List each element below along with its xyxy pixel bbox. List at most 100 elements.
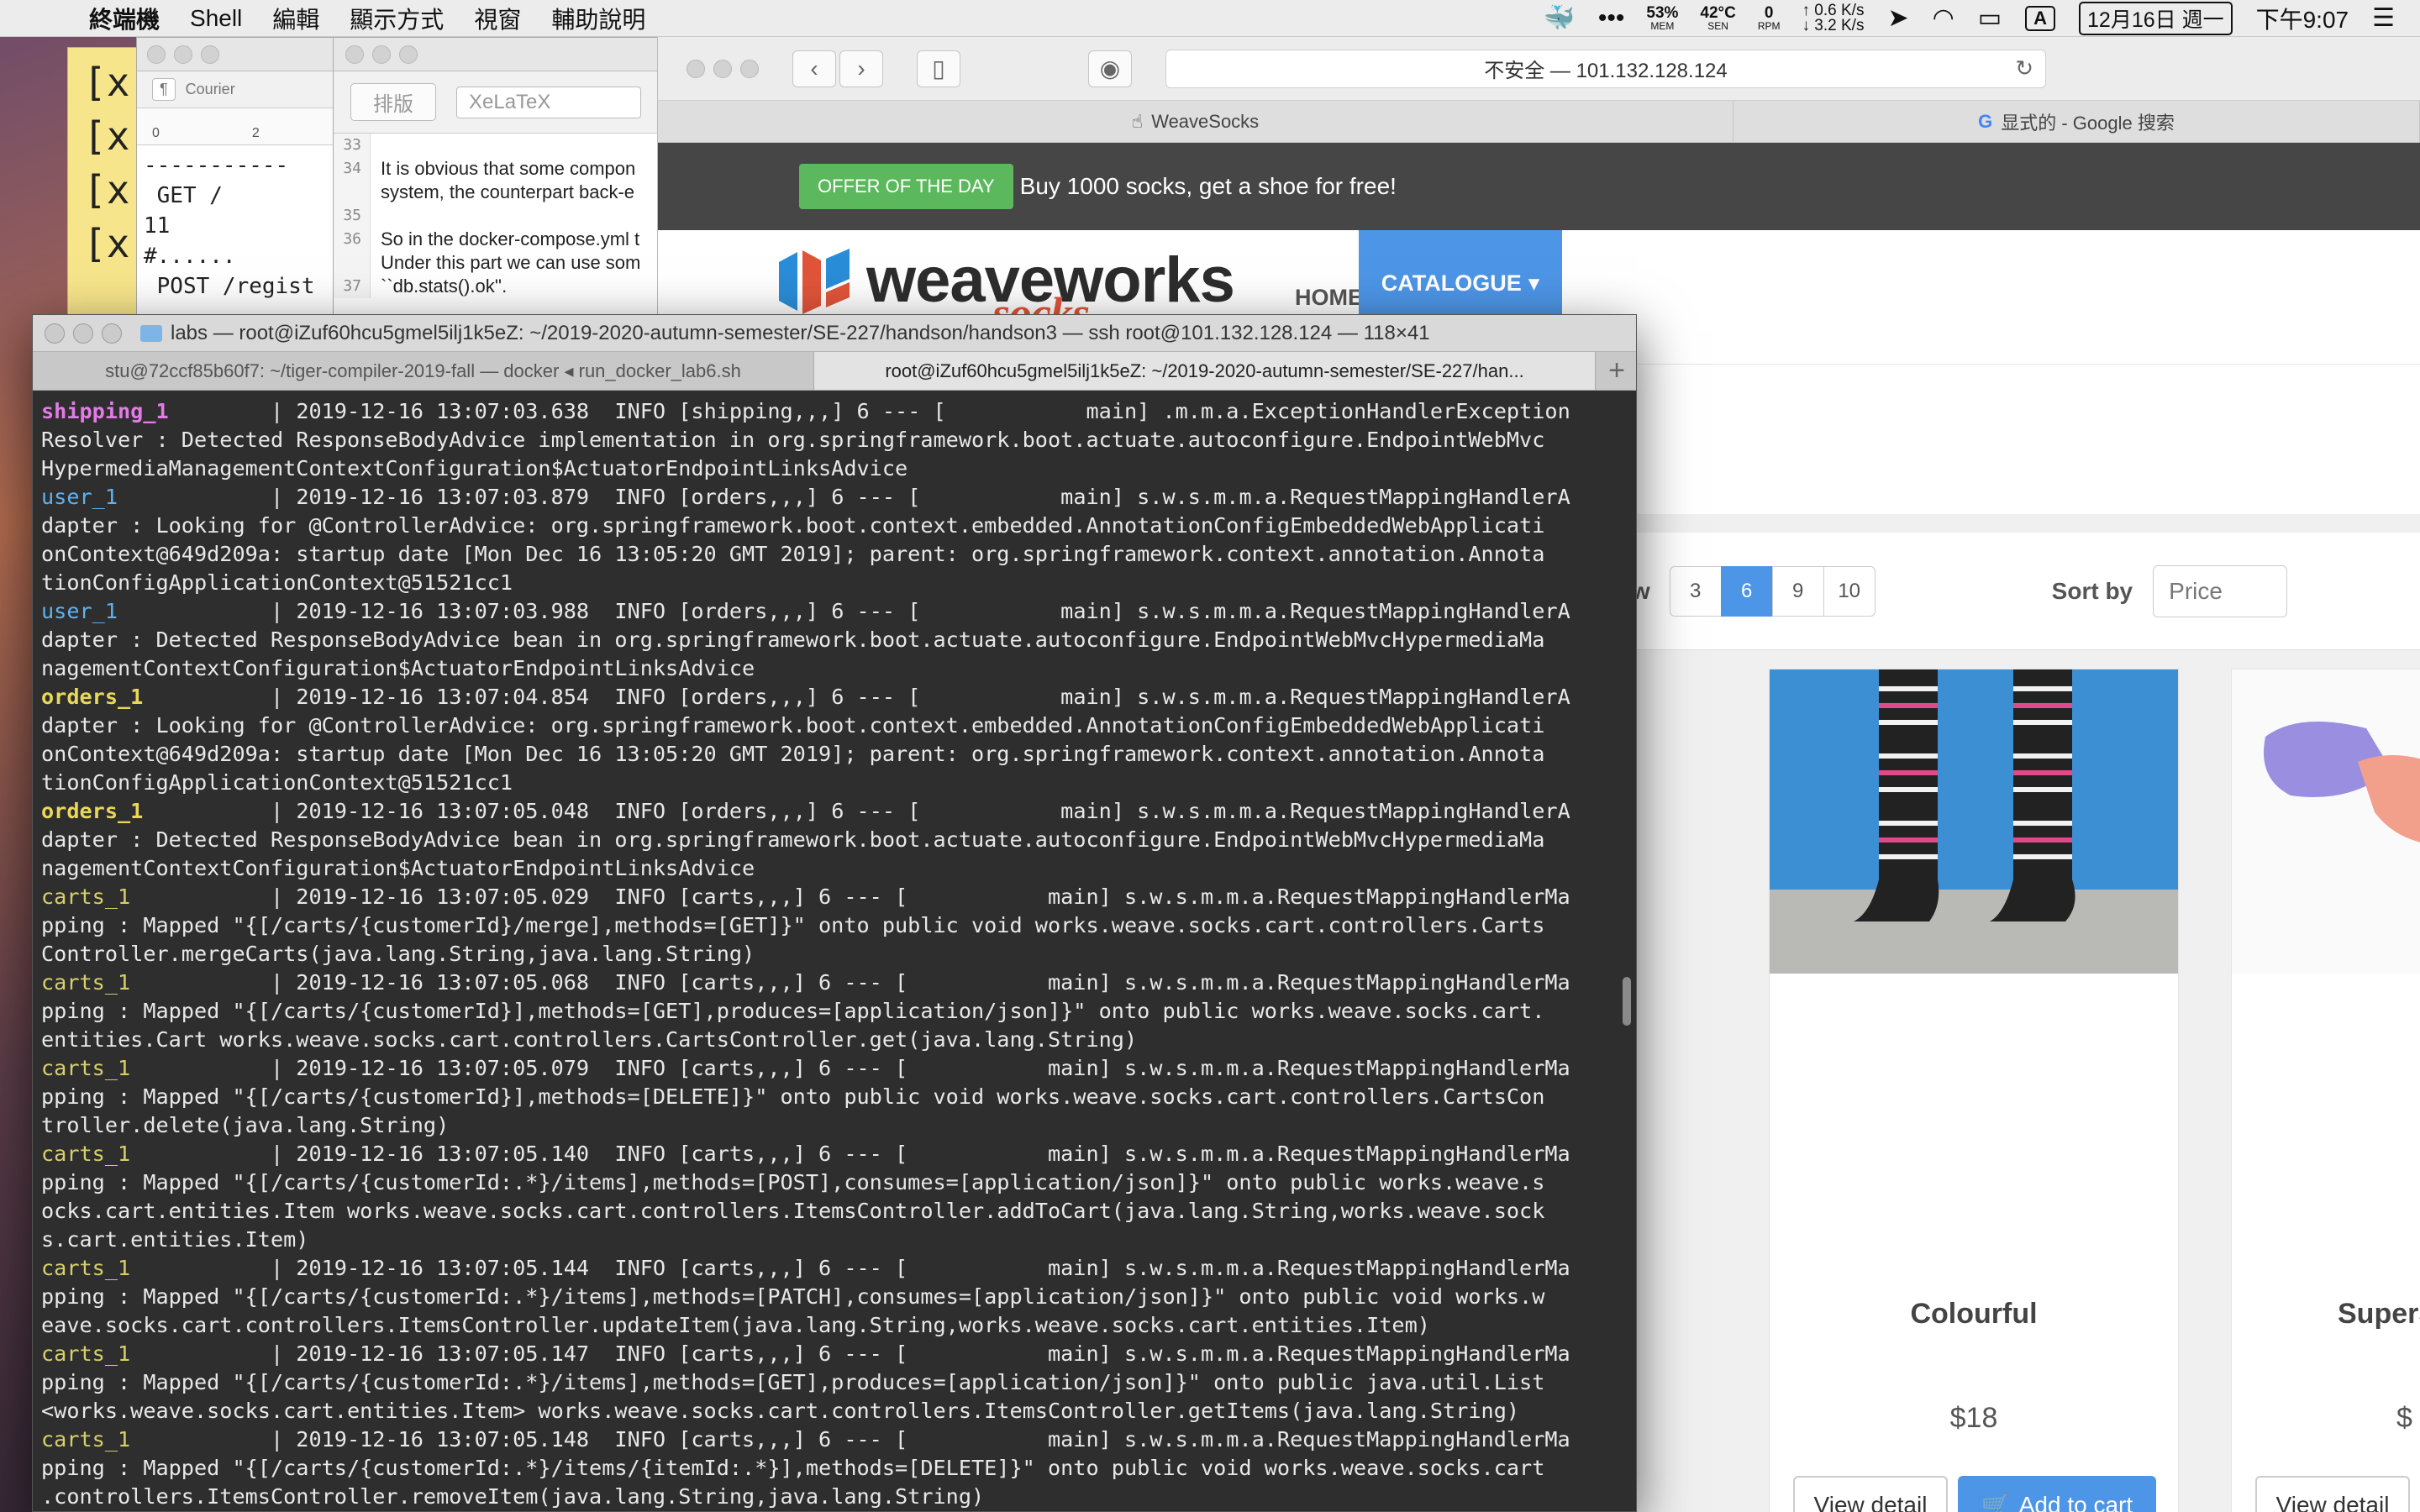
zoom-button[interactable] xyxy=(201,45,219,64)
tex-line: Under this part we can use som xyxy=(381,252,641,273)
terminal-line: pping : Mapped "{[/carts/{customerId:.*}… xyxy=(41,1368,1636,1397)
typeset-button[interactable]: 排版 xyxy=(350,83,436,121)
log-text: ocks.cart.entities.Item works.weave.sock… xyxy=(41,1199,1545,1223)
tab-weavesocks[interactable]: ☝ WeaveSocks xyxy=(658,101,1733,142)
log-text: troller.delete(java.lang.String) xyxy=(41,1113,450,1137)
terminal-tab-ssh[interactable]: root@iZuf60hcu5gmel5ilj1k5eZ: ~/2019-202… xyxy=(814,352,1596,390)
close-button[interactable] xyxy=(345,45,364,64)
menu-item-window[interactable]: 視窗 xyxy=(474,2,521,35)
log-text: pping : Mapped "{[/carts/{customerId:.*}… xyxy=(41,1284,1545,1309)
mem-stat[interactable]: 53% MEM xyxy=(1646,5,1678,31)
paragraph-style-select[interactable]: ¶ xyxy=(152,78,176,101)
paper-plane-icon[interactable]: ➤ xyxy=(1887,3,1908,33)
battery-icon[interactable]: ▭ xyxy=(1978,3,2002,33)
page-size-option[interactable]: 3 xyxy=(1669,565,1722,617)
privacy-shield-icon[interactable]: ◉ xyxy=(1088,50,1132,87)
log-text: dapter : Detected ResponseBodyAdvice bea… xyxy=(41,627,1545,652)
offer-of-the-day-badge[interactable]: OFFER OF THE DAY xyxy=(799,164,1013,209)
line-number: 35 xyxy=(343,207,361,224)
address-bar[interactable]: 不安全 — 101.132.128.124 ↻ xyxy=(1165,49,2046,88)
tex-source[interactable]: 33 34 35 36 37 It is obvious that some c… xyxy=(334,134,668,298)
terminal-line: carts_1 | 2019-12-16 13:07:05.029 INFO [… xyxy=(41,883,1636,911)
page-size-option-active[interactable]: 6 xyxy=(1720,565,1773,617)
engine-select[interactable]: XeLaTeX xyxy=(456,86,641,118)
tex-editor-window[interactable]: 排版 XeLaTeX 33 34 35 36 37 It is obvious … xyxy=(333,37,669,339)
window-controls xyxy=(45,323,122,344)
editor-text[interactable]: ----------- GET / 11 #...... POST /regist xyxy=(137,145,337,302)
add-to-cart-button[interactable]: 🛒 Add to cart xyxy=(1958,1476,2156,1512)
log-text: pping : Mapped "{[/carts/{customerId}],m… xyxy=(41,1084,1545,1109)
terminal-line: carts_1 | 2019-12-16 13:07:05.144 INFO [… xyxy=(41,1254,1636,1283)
product-card[interactable]: SuperS $ View detail xyxy=(2231,669,2420,1512)
tab-label: 显式的 - Google 搜索 xyxy=(2001,112,2175,134)
zoom-button[interactable] xyxy=(102,323,122,344)
service-name: shipping_1 xyxy=(41,399,169,423)
terminal-titlebar[interactable]: labs — root@iZuf60hcu5gmel5ilj1k5eZ: ~/2… xyxy=(33,315,1636,352)
log-text: | 2019-12-16 13:07:05.048 INFO [orders,,… xyxy=(270,799,1570,823)
terminal-tab-docker[interactable]: stu@72ccf85b60f7: ~/tiger-compiler-2019-… xyxy=(33,352,814,390)
product-image[interactable] xyxy=(1770,669,2178,974)
new-tab-button[interactable]: + xyxy=(1596,352,1636,390)
more-dots-icon[interactable]: ••• xyxy=(1598,4,1625,33)
font-select[interactable]: Courier xyxy=(186,81,235,98)
service-name: user_1 xyxy=(41,599,118,623)
window-titlebar[interactable] xyxy=(334,38,668,71)
view-detail-button[interactable]: View detail xyxy=(1793,1476,1948,1512)
line-number: 36 xyxy=(343,230,361,248)
text-editor-window[interactable]: ¶ Courier 0 2 ----------- GET / 11 #......… xyxy=(136,37,338,339)
terminal-line: user_1 | 2019-12-16 13:07:03.879 INFO [o… xyxy=(41,483,1636,512)
terminal-line: dapter : Detected ResponseBodyAdvice bea… xyxy=(41,826,1636,854)
zoom-button[interactable] xyxy=(740,59,759,78)
terminal-line: dapter : Looking for @ControllerAdvice: … xyxy=(41,711,1636,740)
close-button[interactable] xyxy=(687,59,705,78)
product-image[interactable] xyxy=(2232,669,2420,974)
page-size-option[interactable]: 9 xyxy=(1771,565,1824,617)
menu-item-shell[interactable]: Shell xyxy=(190,5,242,32)
notification-list-icon[interactable]: ☰ xyxy=(2372,3,2395,33)
google-icon: G xyxy=(1978,110,1993,132)
back-button[interactable]: ‹ xyxy=(792,50,836,87)
minimize-button[interactable] xyxy=(174,45,192,64)
menu-item-view[interactable]: 顯示方式 xyxy=(350,2,444,35)
menu-item-help[interactable]: 輔助說明 xyxy=(551,2,645,35)
tex-toolbar: 排版 XeLaTeX xyxy=(334,71,668,134)
view-detail-button[interactable]: View detail xyxy=(2255,1476,2410,1512)
menubar-time[interactable]: 下午9:07 xyxy=(2256,2,2349,35)
tab-google-search[interactable]: G 显式的 - Google 搜索 xyxy=(1733,101,2420,142)
colourful-socks-image xyxy=(1770,669,2178,974)
zoom-button[interactable] xyxy=(399,45,418,64)
minimize-button[interactable] xyxy=(713,59,732,78)
sensor-stat[interactable]: 42°C SEN xyxy=(1700,5,1735,31)
close-button[interactable] xyxy=(147,45,166,64)
service-name: carts_1 xyxy=(41,885,131,909)
sidebar-toggle-icon[interactable]: ▯ xyxy=(917,50,960,87)
terminal-scrollbar[interactable] xyxy=(1623,977,1631,1026)
menu-app-name[interactable]: 終端機 xyxy=(89,2,160,35)
weaveworks-logo[interactable]: weaveworks socks xyxy=(774,244,1235,339)
ruler-mark: 0 xyxy=(152,126,160,140)
product-name[interactable]: Colourful xyxy=(1770,1298,2178,1331)
wifi-icon[interactable]: ◠ xyxy=(1933,3,1954,33)
sort-select[interactable]: Price xyxy=(2153,564,2288,617)
product-name[interactable]: SuperS xyxy=(2232,1298,2420,1331)
product-price: $ xyxy=(2396,1402,2412,1434)
page-size-option[interactable]: 10 xyxy=(1823,565,1876,617)
menu-item-edit[interactable]: 編輯 xyxy=(272,2,319,35)
line-number xyxy=(334,181,361,204)
terminal-output[interactable]: shipping_1 | 2019-12-16 13:07:03.638 INF… xyxy=(33,391,1636,1511)
terminal-window[interactable]: labs — root@iZuf60hcu5gmel5ilj1k5eZ: ~/2… xyxy=(32,314,1637,1512)
menubar-date[interactable]: 12月16日 週一 xyxy=(2079,1,2233,35)
forward-button[interactable]: › xyxy=(839,50,883,87)
minimize-button[interactable] xyxy=(73,323,93,344)
product-card[interactable]: Colourful $18 View detail 🛒 Add to cart xyxy=(1769,669,2179,1512)
window-titlebar[interactable] xyxy=(137,38,337,71)
network-stat[interactable]: ↑ 0.6 K/s ↓ 3.2 K/s xyxy=(1802,3,1865,34)
reload-icon[interactable]: ↻ xyxy=(2015,55,2033,81)
close-button[interactable] xyxy=(45,323,65,344)
input-method-indicator[interactable]: A xyxy=(2025,5,2056,31)
docker-whale-icon[interactable]: 🐳 xyxy=(1544,3,1575,33)
minimize-button[interactable] xyxy=(372,45,391,64)
tex-line: So in the docker-compose.yml t xyxy=(381,228,640,249)
rpm-stat[interactable]: 0 RPM xyxy=(1758,5,1781,31)
terminal-line: pping : Mapped "{[/carts/{customerId}/me… xyxy=(41,911,1636,940)
